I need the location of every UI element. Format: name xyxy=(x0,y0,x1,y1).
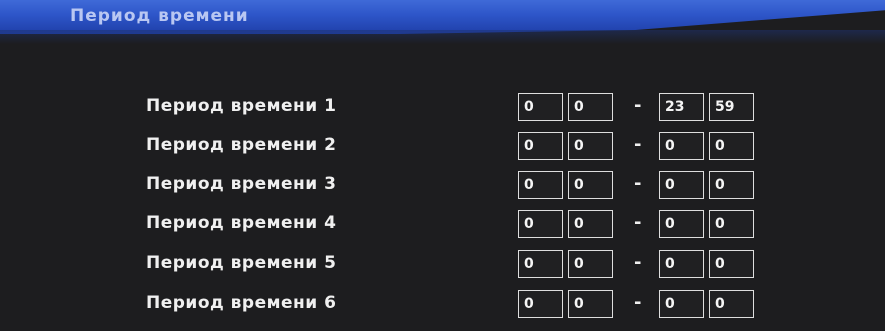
period-4-separator: - xyxy=(634,212,642,233)
period-6-end-minute-field[interactable]: 0 xyxy=(709,290,754,318)
period-row-5: Период времени 5 0 0 - 0 0 xyxy=(0,250,885,280)
period-6-separator: - xyxy=(634,292,642,313)
period-3-end-minute-field[interactable]: 0 xyxy=(709,171,754,199)
period-1-end-minute-field[interactable]: 59 xyxy=(709,93,754,121)
period-label-2: Период времени 2 xyxy=(146,135,337,155)
period-6-start-minute-field[interactable]: 0 xyxy=(568,290,613,318)
period-4-end-hour-field[interactable]: 0 xyxy=(659,210,704,238)
page-title: Период времени xyxy=(70,6,249,26)
period-3-end-hour-field[interactable]: 0 xyxy=(659,171,704,199)
period-row-2: Период времени 2 0 0 - 0 0 xyxy=(0,132,885,162)
period-2-separator: - xyxy=(634,134,642,155)
period-5-start-hour-field[interactable]: 0 xyxy=(518,250,563,278)
period-label-4: Период времени 4 xyxy=(146,213,337,233)
period-row-6: Период времени 6 0 0 - 0 0 xyxy=(0,290,885,320)
period-3-separator: - xyxy=(634,173,642,194)
period-label-5: Период времени 5 xyxy=(146,253,337,273)
period-2-start-minute-field[interactable]: 0 xyxy=(568,132,613,160)
period-6-start-hour-field[interactable]: 0 xyxy=(518,290,563,318)
period-label-3: Период времени 3 xyxy=(146,174,337,194)
period-5-separator: - xyxy=(634,252,642,273)
period-3-start-hour-field[interactable]: 0 xyxy=(518,171,563,199)
period-1-start-minute-field[interactable]: 0 xyxy=(568,93,613,121)
period-1-end-hour-field[interactable]: 23 xyxy=(659,93,704,121)
period-row-1: Период времени 1 0 0 - 23 59 xyxy=(0,93,885,123)
period-2-start-hour-field[interactable]: 0 xyxy=(518,132,563,160)
period-1-separator: - xyxy=(634,95,642,116)
period-6-end-hour-field[interactable]: 0 xyxy=(659,290,704,318)
period-5-end-hour-field[interactable]: 0 xyxy=(659,250,704,278)
period-2-end-hour-field[interactable]: 0 xyxy=(659,132,704,160)
header-shadow xyxy=(0,30,885,44)
period-4-start-minute-field[interactable]: 0 xyxy=(568,210,613,238)
period-3-start-minute-field[interactable]: 0 xyxy=(568,171,613,199)
period-row-4: Период времени 4 0 0 - 0 0 xyxy=(0,210,885,240)
period-2-end-minute-field[interactable]: 0 xyxy=(709,132,754,160)
period-row-3: Период времени 3 0 0 - 0 0 xyxy=(0,171,885,201)
period-1-start-hour-field[interactable]: 0 xyxy=(518,93,563,121)
period-label-6: Период времени 6 xyxy=(146,293,337,313)
period-label-1: Период времени 1 xyxy=(146,96,337,116)
period-5-end-minute-field[interactable]: 0 xyxy=(709,250,754,278)
time-period-screen: Период времени Период времени 1 0 0 - 23… xyxy=(0,0,885,331)
period-4-start-hour-field[interactable]: 0 xyxy=(518,210,563,238)
period-5-start-minute-field[interactable]: 0 xyxy=(568,250,613,278)
period-4-end-minute-field[interactable]: 0 xyxy=(709,210,754,238)
